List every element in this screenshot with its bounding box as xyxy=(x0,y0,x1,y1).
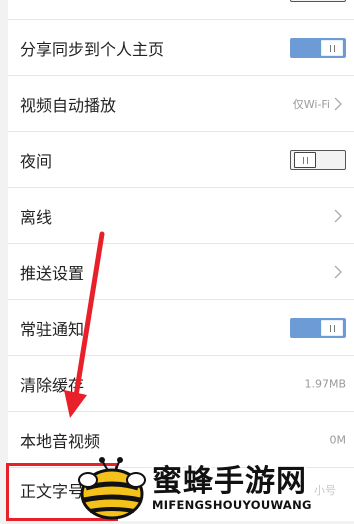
bee-logo-icon xyxy=(78,457,146,520)
watermark-subtitle: MIFENGSHOUYOUWANG xyxy=(152,498,312,512)
annotation-arrow xyxy=(64,231,105,418)
watermark-title: 蜜蜂手游网 xyxy=(152,464,307,499)
watermark: 蜜蜂手游网 MIFENGSHOUYOUWANG xyxy=(72,450,354,521)
